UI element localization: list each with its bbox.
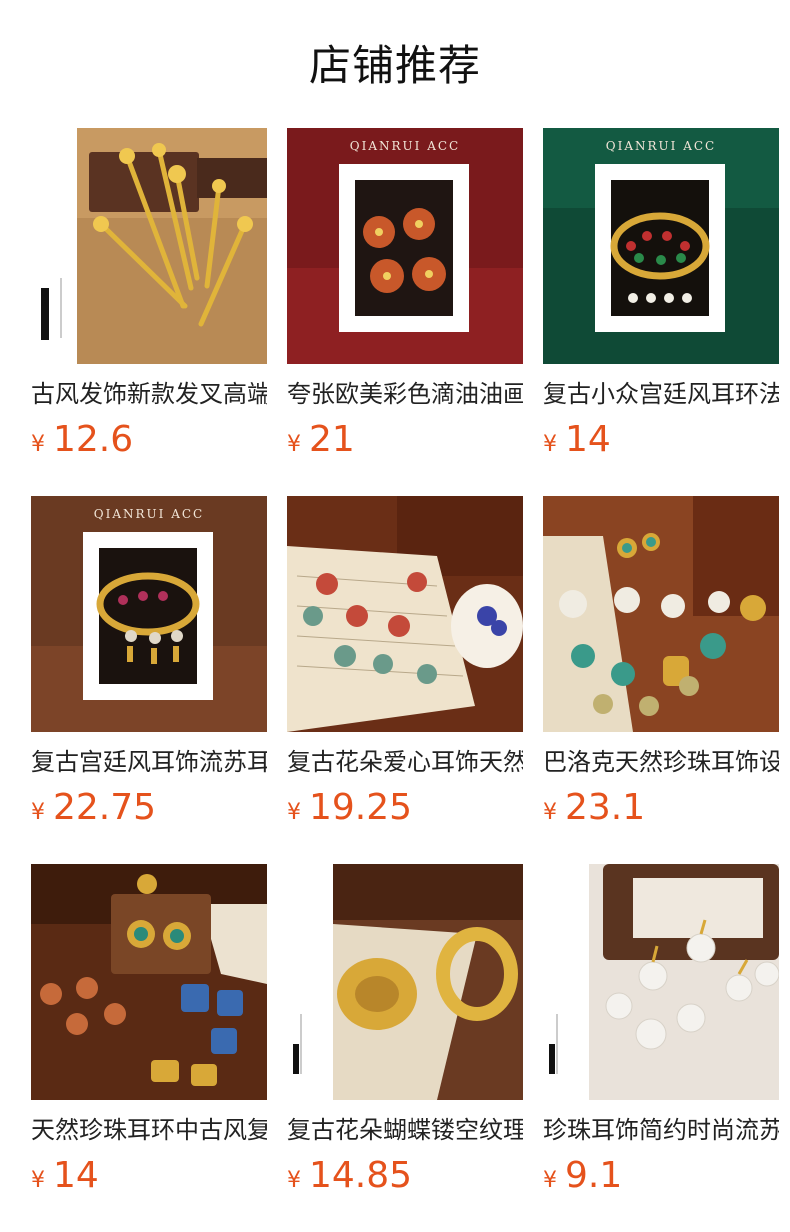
currency-symbol: ¥: [31, 800, 45, 825]
product-price: ¥19.25: [287, 786, 412, 830]
product-name[interactable]: 古风发饰新款发叉高端: [31, 376, 267, 412]
price-value: 14.85: [309, 1155, 413, 1196]
product-card[interactable]: QIANRUI ACC 夸张欧美彩色滴油油画 ¥21: [287, 128, 523, 468]
product-card[interactable]: QIANRUI ACC 复古宫廷风耳饰流苏耳坠 ¥22.75: [31, 496, 267, 836]
product-price: ¥12.6: [31, 418, 133, 462]
currency-symbol: ¥: [287, 1168, 301, 1193]
currency-symbol: ¥: [543, 800, 557, 825]
currency-symbol: ¥: [543, 432, 557, 457]
product-name[interactable]: 巴洛克天然珍珠耳饰设计: [543, 744, 779, 780]
price-value: 14: [565, 419, 611, 460]
brand-label: QIANRUI ACC: [350, 139, 460, 153]
brand-label: QIANRUI ACC: [94, 507, 204, 521]
product-image-framed-earrings-red[interactable]: QIANRUI ACC: [287, 128, 523, 364]
product-name[interactable]: 复古花朵蝴蝶镂空纹理戒: [287, 1112, 523, 1148]
product-name[interactable]: 复古宫廷风耳饰流苏耳坠: [31, 744, 267, 780]
currency-symbol: ¥: [543, 1168, 557, 1193]
product-image-pearl-earrings[interactable]: [543, 864, 779, 1100]
price-value: 14: [53, 1155, 99, 1196]
product-card[interactable]: 复古花朵爱心耳饰天然珍 ¥19.25: [287, 496, 523, 836]
price-value: 22.75: [53, 787, 157, 828]
product-card[interactable]: 珍珠耳饰简约时尚流苏耳 ¥9.1: [543, 864, 779, 1204]
product-card[interactable]: 天然珍珠耳环中古风复古 ¥14: [31, 864, 267, 1204]
currency-symbol: ¥: [287, 432, 301, 457]
product-price: ¥22.75: [31, 786, 156, 830]
product-image-gold-rings[interactable]: [287, 864, 523, 1100]
currency-symbol: ¥: [31, 1168, 45, 1193]
product-image-floral-earrings-book[interactable]: [287, 496, 523, 732]
product-image-framed-earrings-green[interactable]: QIANRUI ACC: [543, 128, 779, 364]
product-card[interactable]: QIANRUI ACC 复古小众宫廷风耳环法式 ¥14: [543, 128, 779, 468]
svg-text:Q: Q: [41, 289, 48, 298]
currency-symbol: ¥: [287, 800, 301, 825]
product-price: ¥21: [287, 418, 355, 462]
product-price: ¥14: [543, 418, 611, 462]
svg-text:R: R: [41, 299, 48, 308]
product-name[interactable]: 夸张欧美彩色滴油油画: [287, 376, 523, 412]
product-name[interactable]: 珍珠耳饰简约时尚流苏耳: [543, 1112, 779, 1148]
section-title: 店铺推荐: [308, 41, 481, 90]
price-value: 9.1: [565, 1155, 623, 1196]
product-name[interactable]: 复古小众宫廷风耳环法式: [543, 376, 779, 412]
price-value: 19.25: [309, 787, 413, 828]
product-image-framed-earrings-brown[interactable]: QIANRUI ACC: [31, 496, 267, 732]
brand-label: QIANRUI ACC: [606, 139, 716, 153]
product-card[interactable]: Q R 古风发饰新款发叉高端 ¥12.6: [31, 128, 267, 468]
product-name[interactable]: 复古花朵爱心耳饰天然珍: [287, 744, 523, 780]
product-image-gold-hairpins[interactable]: Q R: [31, 128, 267, 364]
product-image-enamel-earrings-box[interactable]: [31, 864, 267, 1100]
price-value: 21: [309, 419, 355, 460]
price-value: 12.6: [53, 419, 134, 460]
product-card[interactable]: 复古花朵蝴蝶镂空纹理戒 ¥14.85: [287, 864, 523, 1204]
product-price: ¥23.1: [543, 786, 645, 830]
product-card[interactable]: 巴洛克天然珍珠耳饰设计 ¥23.1: [543, 496, 779, 836]
product-price: ¥14.85: [287, 1154, 412, 1198]
product-price: ¥9.1: [543, 1154, 622, 1198]
price-value: 23.1: [565, 787, 646, 828]
currency-symbol: ¥: [31, 432, 45, 457]
product-price: ¥14: [31, 1154, 99, 1198]
product-image-baroque-earrings[interactable]: [543, 496, 779, 732]
product-name[interactable]: 天然珍珠耳环中古风复古: [31, 1112, 267, 1148]
